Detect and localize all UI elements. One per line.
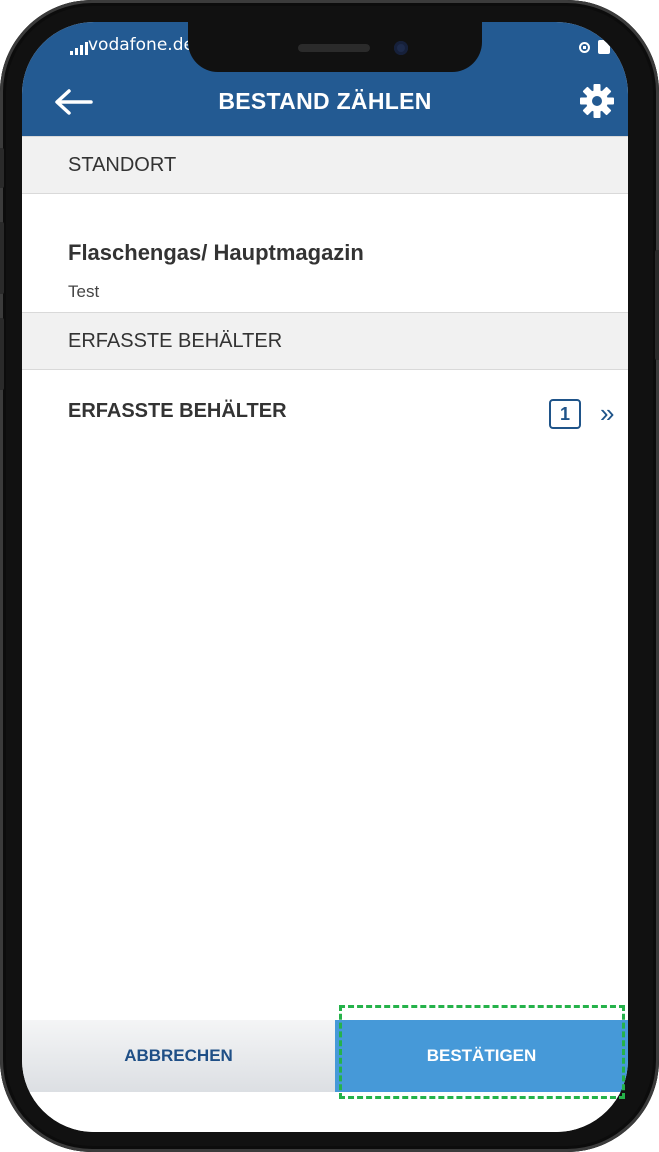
volume-down-button (0, 318, 4, 390)
location-name: Flaschengas/ Hauptmagazin (68, 240, 364, 265)
power-button (655, 250, 659, 360)
phone-frame: vodafone.de BESTAND ZÄHLEN STANDORT Flas… (0, 0, 659, 1152)
count-badge: 1 (549, 399, 581, 429)
camera-icon (394, 41, 408, 55)
rotation-lock-icon (579, 41, 590, 53)
location-subtitle: Test (68, 282, 100, 301)
gear-icon (580, 84, 614, 118)
nav-bar: BESTAND ZÄHLEN (22, 72, 628, 136)
carrier-name: vodafone.de (88, 35, 194, 55)
location-item: Flaschengas/ Hauptmagazin Test (22, 194, 628, 312)
double-chevron-right-icon: » (600, 398, 615, 428)
signal-bars-icon (70, 42, 88, 55)
section-title-standort: STANDORT (68, 154, 177, 176)
battery-icon (598, 40, 610, 54)
screen: vodafone.de BESTAND ZÄHLEN STANDORT Flas… (22, 22, 628, 1132)
captured-containers-label: ERFASSTE BEHÄLTER (68, 400, 287, 422)
section-title-behaelter: ERFASSTE BEHÄLTER (68, 330, 283, 352)
confirm-button[interactable]: BESTÄTIGEN (335, 1020, 628, 1092)
device-notch (188, 22, 482, 72)
page-title: BESTAND ZÄHLEN (218, 88, 432, 114)
cancel-button[interactable]: ABBRECHEN (22, 1020, 335, 1092)
home-indicator-area (22, 1092, 628, 1132)
status-icons (579, 40, 610, 54)
volume-up-button (0, 222, 4, 294)
captured-containers-row[interactable]: ERFASSTE BEHÄLTER 1 » (22, 370, 628, 450)
section-header-behaelter: ERFASSTE BEHÄLTER (22, 312, 628, 370)
speaker-grille (298, 44, 370, 52)
section-header-standort: STANDORT (22, 136, 628, 194)
silent-switch (0, 148, 4, 188)
bottom-action-bar: ABBRECHEN BESTÄTIGEN (22, 1020, 628, 1092)
settings-button[interactable] (574, 78, 620, 124)
